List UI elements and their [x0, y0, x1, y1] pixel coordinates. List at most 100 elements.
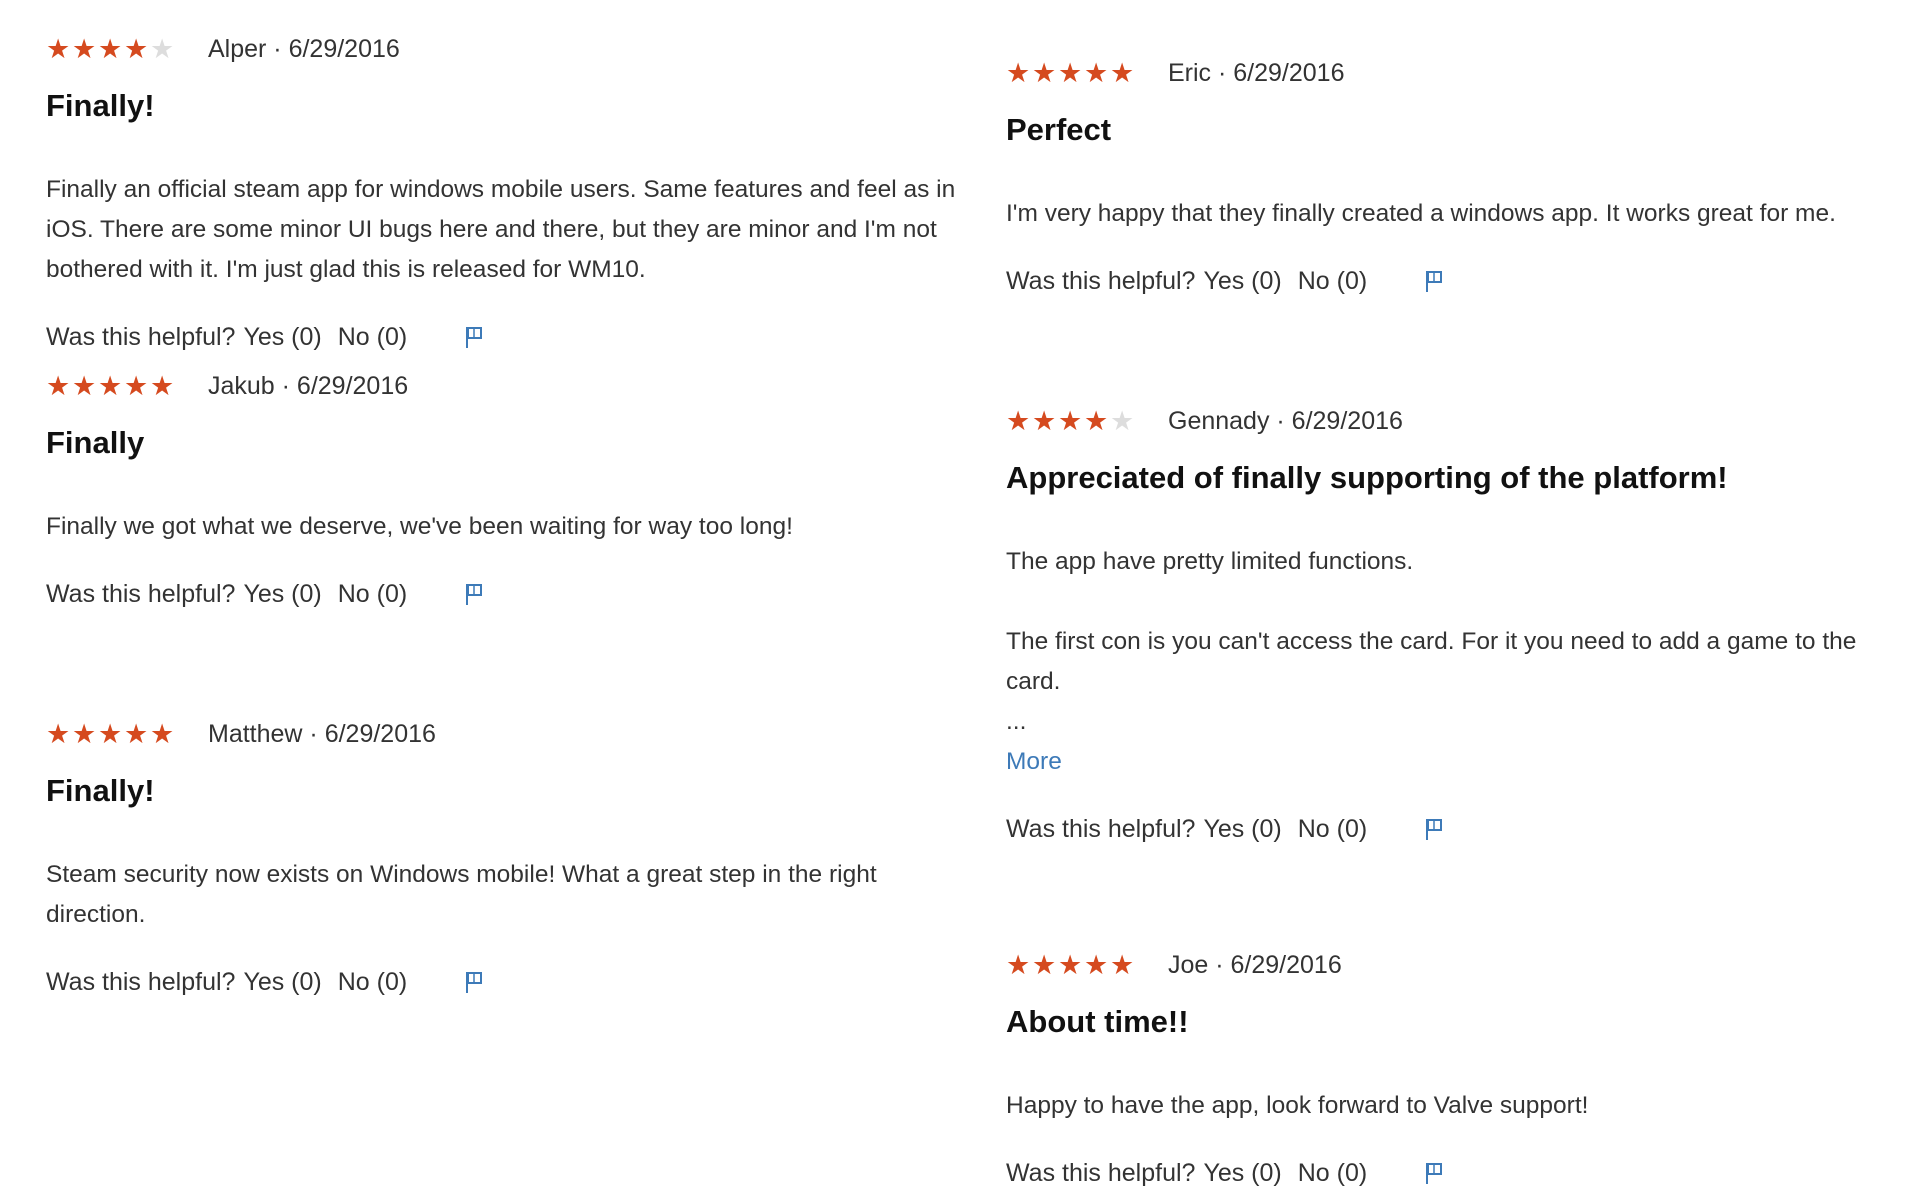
review-title: Appreciated of finally supporting of the…: [1006, 460, 1728, 495]
helpful-yes-button[interactable]: Yes (0): [243, 580, 321, 609]
review-header: ★ ★ ★ ★ ★ Gennady · 6/29/2016: [1006, 406, 1906, 436]
review-body: I'm very happy that they finally created…: [1006, 194, 1906, 234]
review-body: Happy to have the app, look forward to V…: [1006, 1086, 1906, 1126]
helpful-no-button[interactable]: No (0): [338, 323, 407, 352]
star-filled-icon: ★: [46, 719, 71, 749]
review-body: Steam security now exists on Windows mob…: [46, 855, 966, 935]
star-filled-icon: ★: [1084, 58, 1109, 88]
star-filled-icon: ★: [1058, 58, 1083, 88]
helpful-no-button[interactable]: No (0): [338, 580, 407, 609]
review-paragraph: The first con is you can't access the ca…: [1006, 628, 1857, 695]
star-filled-icon: ★: [98, 34, 123, 64]
helpful-yes-button[interactable]: Yes (0): [243, 323, 321, 352]
review-author-date: Gennady · 6/29/2016: [1168, 407, 1403, 435]
helpful-row: Was this helpful? Yes (0) No (0): [1006, 812, 1906, 846]
report-flag-icon[interactable]: [461, 324, 487, 350]
review-card: ★ ★ ★ ★ ★ Gennady · 6/29/2016 Appreciated of…: [1006, 406, 1906, 846]
review-paragraph: I'm very happy that they finally created…: [1006, 200, 1836, 227]
helpful-row: Was this helpful? Yes (0) No (0): [46, 577, 966, 611]
star-filled-icon: ★: [1032, 950, 1057, 980]
star-filled-icon: ★: [124, 719, 149, 749]
star-filled-icon: ★: [1110, 950, 1135, 980]
review-paragraph: The app have pretty limited functions.: [1006, 548, 1414, 575]
helpful-yes-button[interactable]: Yes (0): [1203, 267, 1281, 296]
helpful-question: Was this helpful?: [1006, 1158, 1196, 1187]
helpful-question: Was this helpful?: [1006, 266, 1196, 295]
review-title: Perfect: [1006, 112, 1112, 147]
star-filled-icon: ★: [1084, 406, 1109, 436]
review-card: ★ ★ ★ ★ ★ Joe · 6/29/2016 About time!! Happy…: [1006, 950, 1906, 1190]
star-filled-icon: ★: [1032, 406, 1057, 436]
review-paragraph: Steam security now exists on Windows mob…: [46, 861, 877, 928]
star-rating: ★ ★ ★ ★ ★: [1006, 58, 1168, 88]
star-filled-icon: ★: [1110, 58, 1135, 88]
review-title: Finally: [46, 425, 145, 460]
review-header: ★ ★ ★ ★ ★ Jakub · 6/29/2016: [46, 371, 966, 401]
review-author-date: Alper · 6/29/2016: [208, 35, 400, 63]
review-body: Finally an official steam app for window…: [46, 170, 966, 290]
review-body: Finally we got what we deserve, we've be…: [46, 507, 966, 547]
star-filled-icon: ★: [150, 371, 175, 401]
review-author-date: Matthew · 6/29/2016: [208, 720, 436, 748]
review-author-date: Jakub · 6/29/2016: [208, 372, 409, 400]
helpful-no-button[interactable]: No (0): [1298, 1159, 1367, 1188]
review-author-date: Eric · 6/29/2016: [1168, 59, 1345, 87]
report-flag-icon[interactable]: [1421, 816, 1447, 842]
helpful-no-button[interactable]: No (0): [338, 968, 407, 997]
star-rating: ★ ★ ★ ★ ★: [1006, 406, 1168, 436]
helpful-no-button[interactable]: No (0): [1298, 815, 1367, 844]
review-title: Finally!: [46, 773, 155, 808]
helpful-yes-button[interactable]: Yes (0): [1203, 815, 1281, 844]
review-paragraph: Happy to have the app, look forward to V…: [1006, 1092, 1589, 1119]
review-title: About time!!: [1006, 1004, 1189, 1039]
helpful-row: Was this helpful? Yes (0) No (0): [46, 320, 966, 354]
helpful-question: Was this helpful?: [46, 322, 236, 351]
star-filled-icon: ★: [150, 719, 175, 749]
star-filled-icon: ★: [72, 34, 97, 64]
more-link[interactable]: More: [1006, 745, 1062, 779]
review-paragraph: Finally we got what we deserve, we've be…: [46, 513, 793, 540]
review-header: ★ ★ ★ ★ ★ Joe · 6/29/2016: [1006, 950, 1906, 980]
report-flag-icon[interactable]: [461, 581, 487, 607]
star-filled-icon: ★: [1084, 950, 1109, 980]
helpful-row: Was this helpful? Yes (0) No (0): [1006, 264, 1906, 298]
review-card: ★ ★ ★ ★ ★ Matthew · 6/29/2016 Finally! Steam…: [46, 719, 966, 999]
star-filled-icon: ★: [124, 371, 149, 401]
star-filled-icon: ★: [1006, 406, 1031, 436]
report-flag-icon[interactable]: [1421, 1160, 1447, 1186]
star-filled-icon: ★: [72, 719, 97, 749]
review-card: ★ ★ ★ ★ ★ Jakub · 6/29/2016 Finally Finally …: [46, 371, 966, 611]
review-header: ★ ★ ★ ★ ★ Matthew · 6/29/2016: [46, 719, 966, 749]
helpful-row: Was this helpful? Yes (0) No (0): [46, 965, 966, 999]
review-header: ★ ★ ★ ★ ★ Eric · 6/29/2016: [1006, 58, 1906, 88]
helpful-question: Was this helpful?: [46, 579, 236, 608]
star-rating: ★ ★ ★ ★ ★: [1006, 950, 1168, 980]
star-filled-icon: ★: [98, 371, 123, 401]
helpful-question: Was this helpful?: [46, 967, 236, 996]
star-rating: ★ ★ ★ ★ ★: [46, 371, 208, 401]
star-filled-icon: ★: [98, 719, 123, 749]
star-empty-icon: ★: [150, 34, 175, 64]
helpful-no-button[interactable]: No (0): [1298, 267, 1367, 296]
review-author-date: Joe · 6/29/2016: [1168, 951, 1342, 979]
review-card: ★ ★ ★ ★ ★ Eric · 6/29/2016 Perfect I'm very …: [1006, 58, 1906, 298]
helpful-row: Was this helpful? Yes (0) No (0): [1006, 1156, 1906, 1190]
review-header: ★ ★ ★ ★ ★ Alper · 6/29/2016: [46, 34, 966, 64]
star-filled-icon: ★: [1006, 58, 1031, 88]
star-filled-icon: ★: [1058, 406, 1083, 436]
star-filled-icon: ★: [1032, 58, 1057, 88]
star-filled-icon: ★: [46, 34, 71, 64]
review-paragraph: Finally an official steam app for window…: [46, 176, 956, 283]
star-filled-icon: ★: [124, 34, 149, 64]
review-ellipsis: ...: [1006, 708, 1027, 735]
report-flag-icon[interactable]: [1421, 268, 1447, 294]
review-title: Finally!: [46, 88, 155, 123]
star-filled-icon: ★: [1006, 950, 1031, 980]
report-flag-icon[interactable]: [461, 969, 487, 995]
star-filled-icon: ★: [1058, 950, 1083, 980]
star-rating: ★ ★ ★ ★ ★: [46, 34, 208, 64]
helpful-question: Was this helpful?: [1006, 814, 1196, 843]
star-empty-icon: ★: [1110, 406, 1135, 436]
helpful-yes-button[interactable]: Yes (0): [243, 968, 321, 997]
helpful-yes-button[interactable]: Yes (0): [1203, 1159, 1281, 1188]
